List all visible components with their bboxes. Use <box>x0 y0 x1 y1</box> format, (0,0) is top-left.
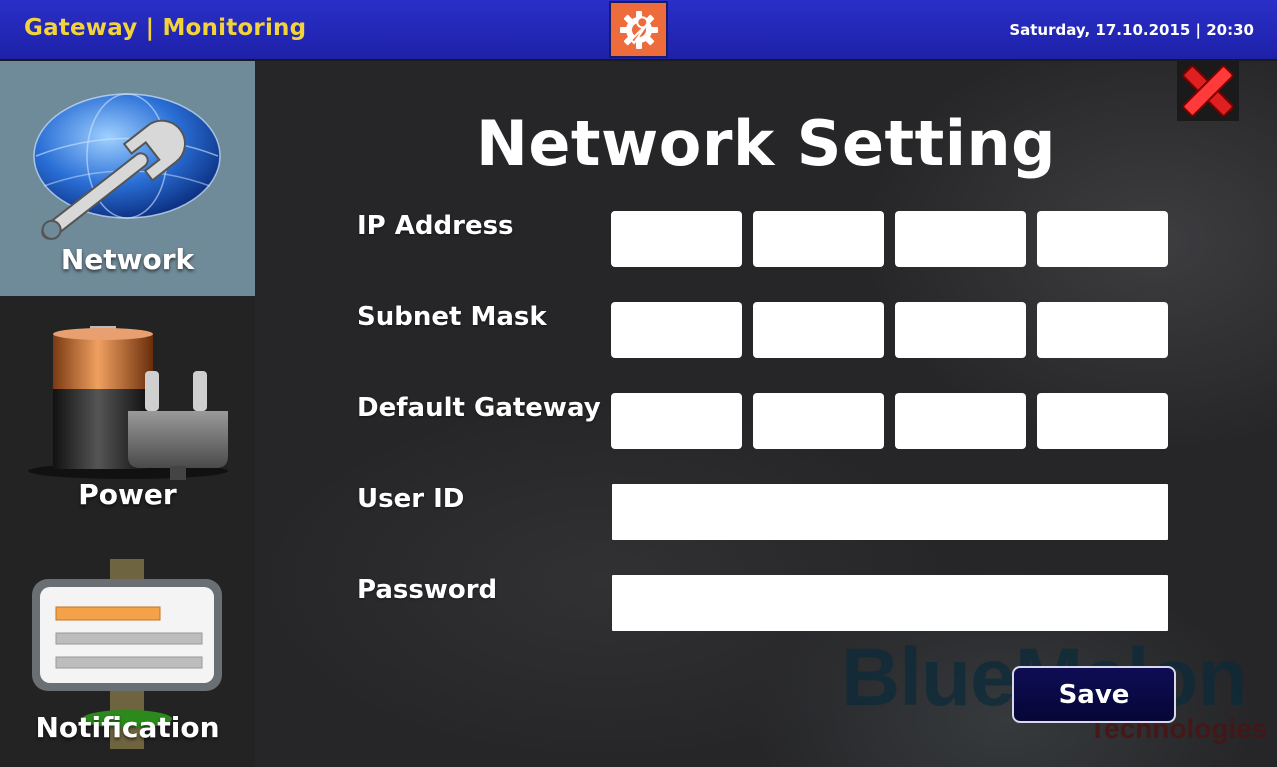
gear-wrench-icon <box>619 10 658 49</box>
datetime-display: Saturday, 17.10.2015 | 20:30 <box>1009 21 1254 39</box>
user-id-input[interactable] <box>612 484 1168 540</box>
subnet-mask-octet-2[interactable] <box>753 302 884 358</box>
sidebar: Network Power Notification <box>0 61 255 767</box>
default-gateway-octet-2[interactable] <box>753 393 884 449</box>
sidebar-item-network[interactable]: Network <box>0 61 255 296</box>
ip-address-octet-1[interactable] <box>611 211 742 267</box>
main-panel: BlueMelon Technologies Network Setting I… <box>255 61 1277 767</box>
sidebar-item-label: Notification <box>35 711 220 744</box>
subnet-mask-label: Subnet Mask <box>357 302 547 332</box>
default-gateway-label: Default Gateway <box>357 393 601 423</box>
default-gateway-octet-3[interactable] <box>895 393 1026 449</box>
settings-button[interactable] <box>609 1 668 58</box>
user-id-label: User ID <box>357 484 465 514</box>
subnet-mask-octet-1[interactable] <box>611 302 742 358</box>
password-label: Password <box>357 575 498 605</box>
sidebar-item-label: Power <box>78 478 177 511</box>
subnet-mask-octet-3[interactable] <box>895 302 1026 358</box>
sidebar-item-notification[interactable]: Notification <box>0 531 255 766</box>
top-bar: Gateway | Monitoring Saturday, 17.10.201… <box>0 0 1277 60</box>
subnet-mask-octet-4[interactable] <box>1037 302 1168 358</box>
default-gateway-octet-1[interactable] <box>611 393 742 449</box>
sidebar-item-label: Network <box>60 243 195 276</box>
ip-address-label: IP Address <box>357 211 514 241</box>
ip-address-octet-2[interactable] <box>753 211 884 267</box>
password-input[interactable] <box>612 575 1168 631</box>
ip-address-octet-3[interactable] <box>895 211 1026 267</box>
app-title: Gateway | Monitoring <box>24 15 307 41</box>
default-gateway-octet-4[interactable] <box>1037 393 1168 449</box>
save-button[interactable]: Save <box>1012 666 1176 723</box>
ip-address-octet-4[interactable] <box>1037 211 1168 267</box>
sidebar-item-power[interactable]: Power <box>0 296 255 531</box>
page-title: Network Setting <box>475 107 1057 180</box>
